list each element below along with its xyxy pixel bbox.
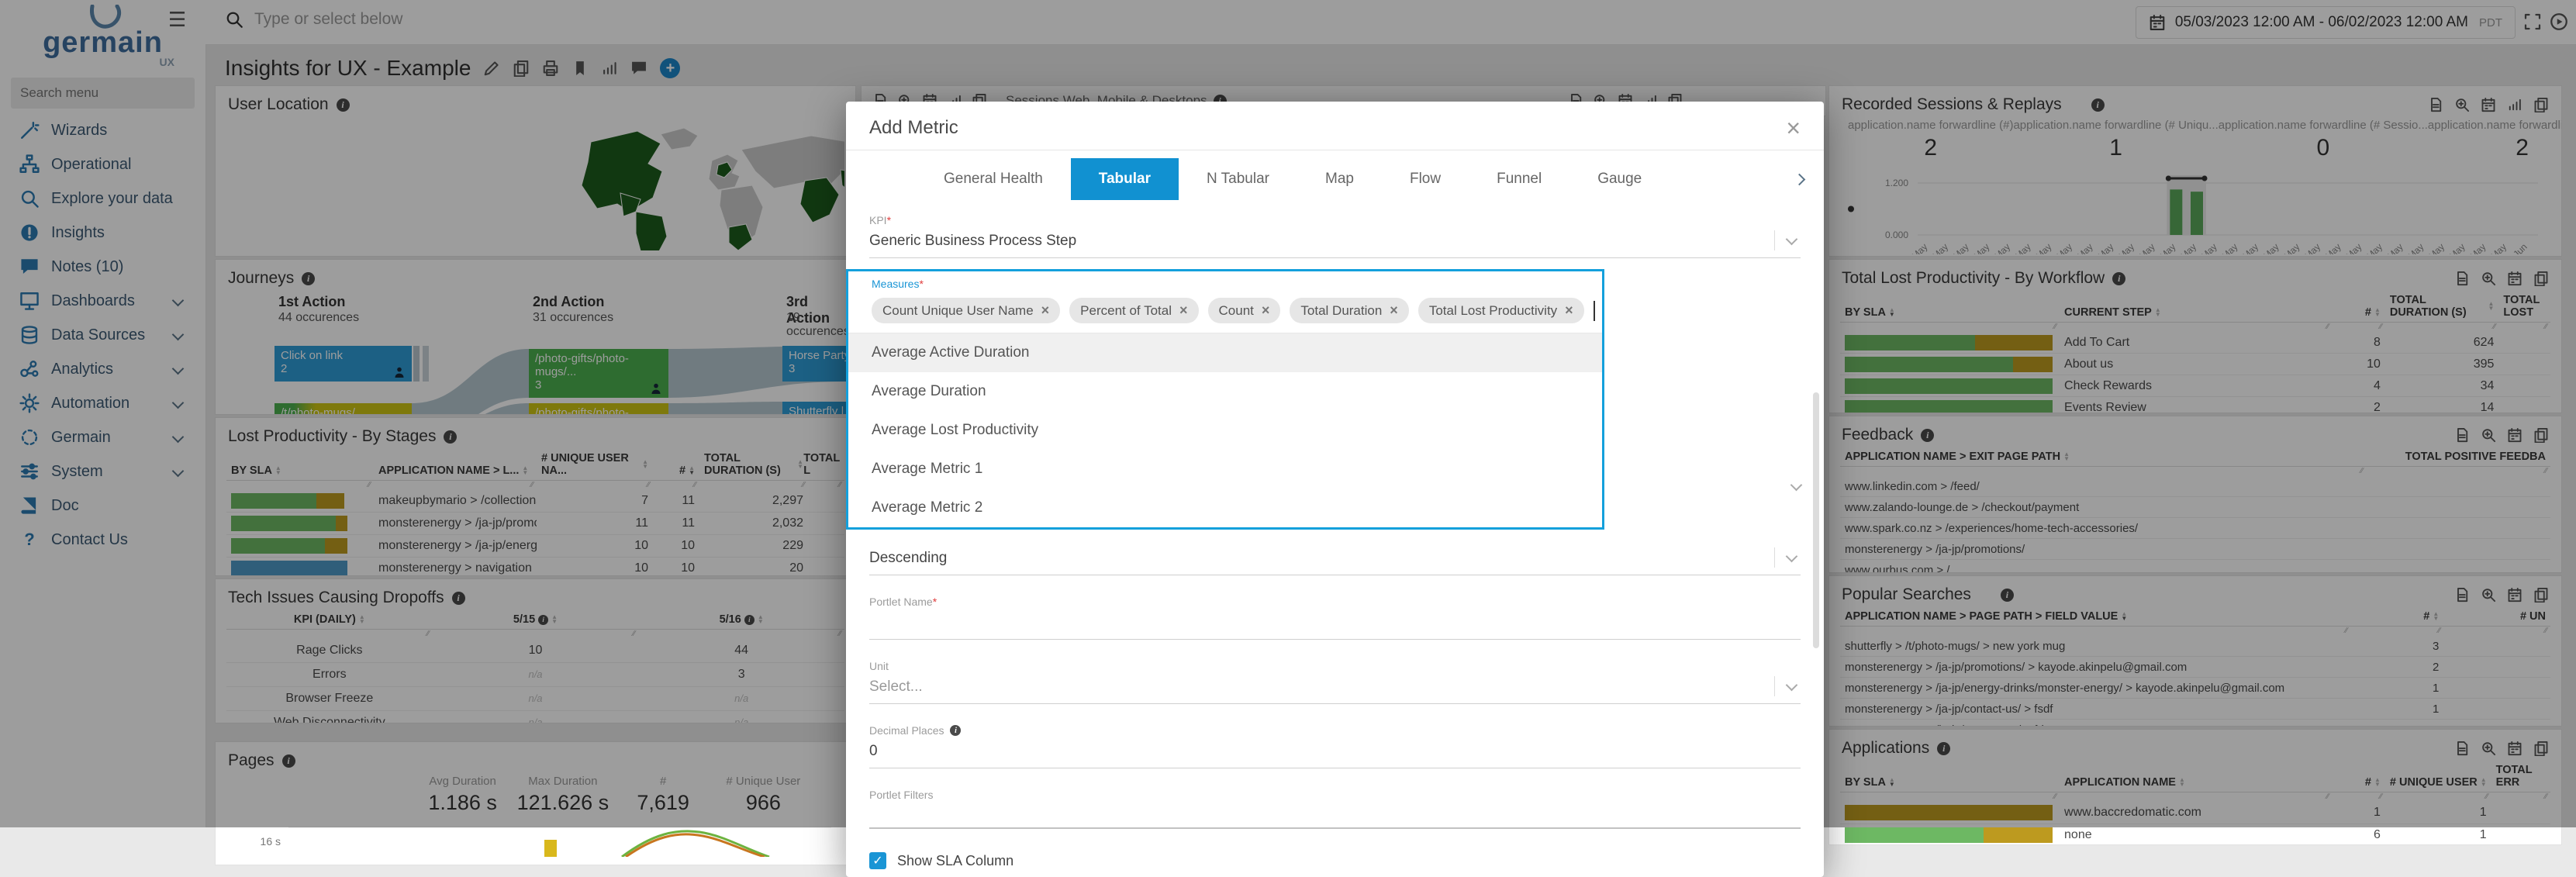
modal-scrollbar[interactable] [1813,392,1819,648]
measure-option[interactable]: Average Metric 1 [848,450,1602,489]
measure-option[interactable]: Average Active Duration [848,333,1602,372]
table-cell: none [2064,828,2092,841]
remove-chip-icon[interactable]: × [1390,302,1398,319]
text-cursor [1593,300,1595,321]
modal-header: Add Metric × [846,102,1824,150]
measures-label: Measures [872,278,920,290]
kpi-label: KPI [869,214,887,226]
measures-dropdown-chevron[interactable] [1790,478,1803,493]
decimal-places-field[interactable]: Decimal Places i 0 [869,724,1801,768]
measures-chips: Count Unique User Name × Percent of Total ×… [872,290,1602,333]
portlet-name-input[interactable] [869,608,1801,639]
show-sla-checkbox[interactable]: ✓ [869,852,886,869]
kpi-value: Generic Business Process Step [869,233,1077,249]
portlet-filters-label: Portlet Filters [869,789,934,801]
measure-chip-label: Total Lost Productivity [1428,302,1558,318]
add-metric-modal: Add Metric × General Health Tabular N Tabu… [846,102,1824,877]
tab-gauge[interactable]: Gauge [1569,158,1670,200]
close-icon[interactable]: × [1786,116,1801,140]
tab-flow[interactable]: Flow [1382,158,1469,200]
portlet-filters-input[interactable] [869,827,1801,829]
measures-field-highlight: Measures* Count Unique User Name × Percent… [846,269,1604,530]
modal-body: KPI* Generic Business Process Step Measu… [846,200,1824,877]
measure-chip[interactable]: Total Lost Productivity × [1417,298,1584,323]
unit-dropdown-chevron[interactable] [1774,676,1801,696]
unit-field[interactable]: Unit Select... [869,660,1801,704]
measure-option[interactable]: Average Metric 2 [848,489,1602,527]
table-row[interactable]: none 6 1 [1840,824,2550,844]
pages-chart [288,827,831,857]
measure-chip[interactable]: Percent of Total × [1069,298,1199,323]
unit-label: Unit [869,660,889,672]
measure-chip-label: Total Duration [1300,302,1383,318]
kpi-field[interactable]: KPI* Generic Business Process Step [869,214,1801,258]
measure-option[interactable]: Average Duration [848,372,1602,411]
portlet-name-field[interactable]: Portlet Name* [869,596,1801,640]
remove-chip-icon[interactable]: × [1179,302,1188,319]
modal-title: Add Metric [869,117,958,138]
tab-map[interactable]: Map [1297,158,1382,200]
measure-option[interactable]: Average Lost Productivity [848,411,1602,450]
pages-ytick: 16 s [260,835,281,848]
show-sla-label: Show SLA Column [897,852,1014,868]
measure-chip[interactable]: Count × [1207,298,1281,323]
remove-chip-icon[interactable]: × [1041,302,1050,319]
measure-chip[interactable]: Count Unique User Name × [872,298,1061,323]
table-cell: 1 [2479,828,2487,841]
sort-value: Descending [869,550,948,566]
decimal-places-input[interactable]: 0 [869,737,1801,768]
remove-chip-icon[interactable]: × [1565,302,1573,319]
tab-tabular[interactable]: Tabular [1070,158,1179,200]
modal-tabs: General Health Tabular N Tabular Map Flow Fun… [846,150,1824,200]
tabs-next-icon[interactable] [1793,173,1806,185]
table-cell: 6 [2373,828,2381,841]
measure-chip-label: Count Unique User Name [882,302,1034,318]
measure-chip-label: Count [1218,302,1254,318]
tab-n-tabular[interactable]: N Tabular [1179,158,1297,200]
measure-chip-label: Percent of Total [1080,302,1172,318]
show-sla-row: ✓ Show SLA Column [869,852,1801,869]
tab-funnel[interactable]: Funnel [1469,158,1569,200]
sort-dropdown-chevron[interactable] [1774,547,1801,568]
sla-bar [1840,827,2060,843]
remove-chip-icon[interactable]: × [1262,302,1270,319]
unit-placeholder: Select... [869,678,923,695]
tab-general-health[interactable]: General Health [916,158,1071,200]
kpi-dropdown-chevron[interactable] [1774,230,1801,250]
portlet-name-label: Portlet Name [869,596,933,608]
decimal-places-label: Decimal Places [869,724,944,737]
sort-field[interactable]: Descending [869,547,1801,575]
info-icon[interactable]: i [950,725,962,736]
measure-chip[interactable]: Total Duration × [1290,298,1409,323]
measures-options-list: Average Active Duration Average Duration A… [848,333,1602,527]
